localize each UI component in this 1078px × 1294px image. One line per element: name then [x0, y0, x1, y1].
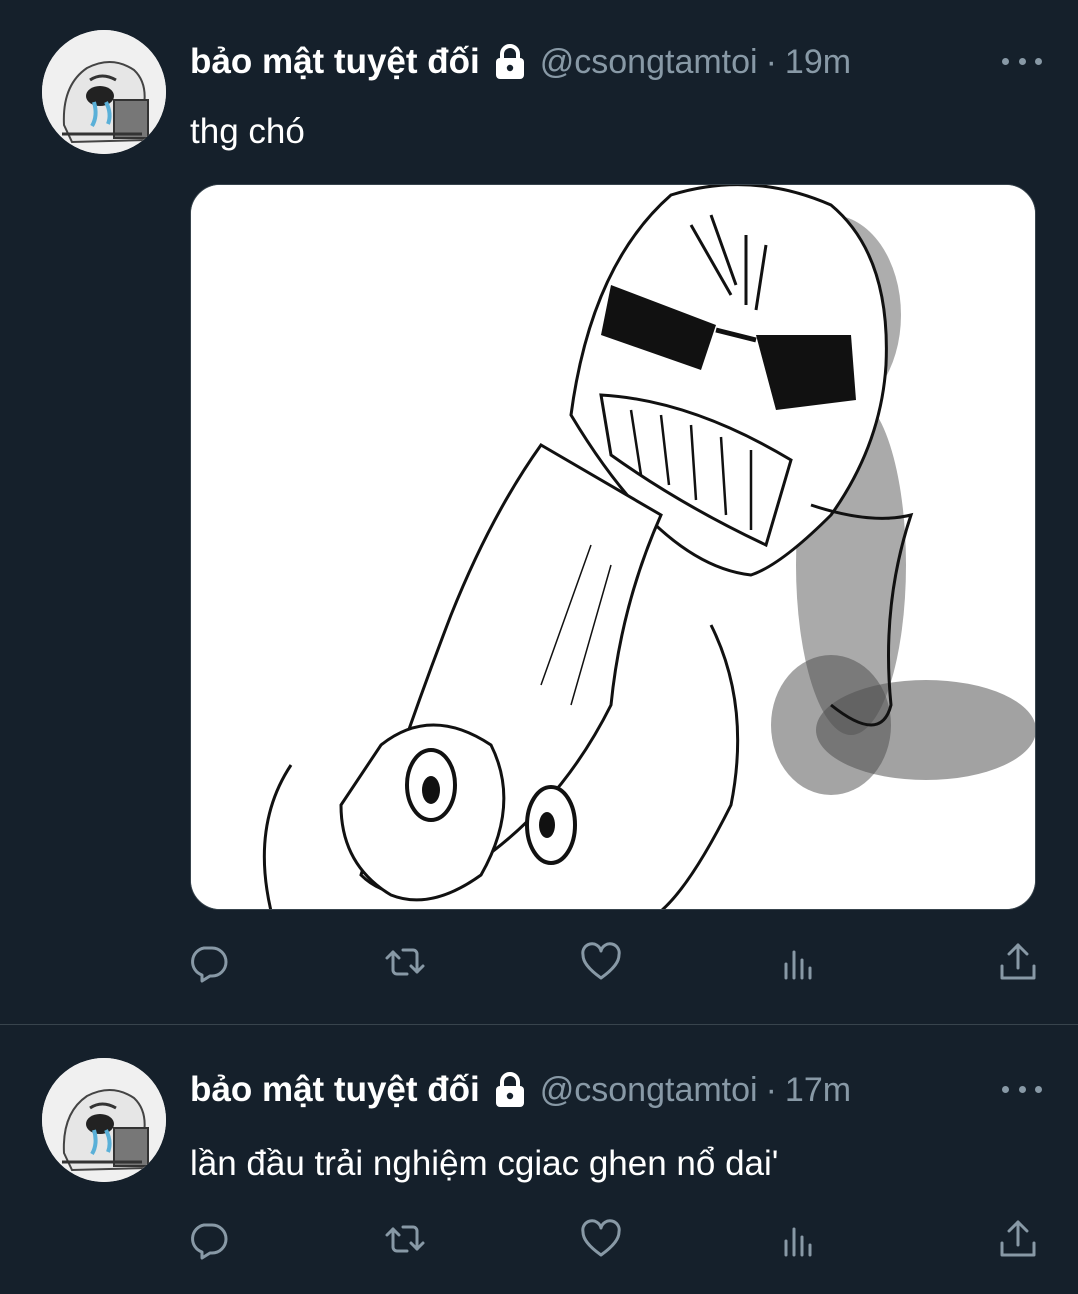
tweet-media-image[interactable]	[190, 184, 1036, 910]
more-options-icon[interactable]	[1002, 51, 1042, 71]
avatar[interactable]	[42, 30, 166, 154]
analytics-icon[interactable]	[776, 940, 820, 984]
retweet-icon[interactable]	[383, 940, 427, 984]
tweet-header: bảo mật tuyệt đối @csongtamtoi · 17m	[190, 1066, 851, 1114]
tweet[interactable]: bảo mật tuyệt đối @csongtamtoi · 17m lần…	[0, 1025, 1078, 1294]
tweet-actions	[186, 940, 1042, 984]
tweet[interactable]: bảo mật tuyệt đối @csongtamtoi · 19m thg…	[0, 0, 1078, 1025]
tweet-actions	[186, 1217, 1042, 1261]
retweet-icon[interactable]	[383, 1217, 427, 1261]
more-options-icon[interactable]	[1002, 1079, 1042, 1099]
timestamp[interactable]: 17m	[785, 1071, 851, 1110]
display-name[interactable]: bảo mật tuyệt đối	[190, 42, 480, 82]
like-icon[interactable]	[579, 940, 623, 984]
tweet-text: lần đầu trải nghiệm cgiac ghen nổ dai'	[190, 1144, 779, 1183]
share-icon[interactable]	[996, 1217, 1040, 1261]
analytics-icon[interactable]	[776, 1217, 820, 1261]
tweet-header: bảo mật tuyệt đối @csongtamtoi · 19m	[190, 38, 851, 86]
separator-dot: ·	[765, 1070, 777, 1109]
separator-dot: ·	[765, 42, 777, 81]
user-handle[interactable]: @csongtamtoi	[540, 1071, 758, 1110]
like-icon[interactable]	[579, 1217, 623, 1261]
timestamp[interactable]: 19m	[785, 43, 851, 82]
share-icon[interactable]	[996, 940, 1040, 984]
reply-icon[interactable]	[186, 940, 230, 984]
user-handle[interactable]: @csongtamtoi	[540, 43, 758, 82]
tweet-text: thg chó	[190, 112, 305, 151]
lock-icon	[494, 1072, 526, 1108]
lock-icon	[494, 44, 526, 80]
reply-icon[interactable]	[186, 1217, 230, 1261]
avatar[interactable]	[42, 1058, 166, 1182]
display-name[interactable]: bảo mật tuyệt đối	[190, 1070, 480, 1110]
